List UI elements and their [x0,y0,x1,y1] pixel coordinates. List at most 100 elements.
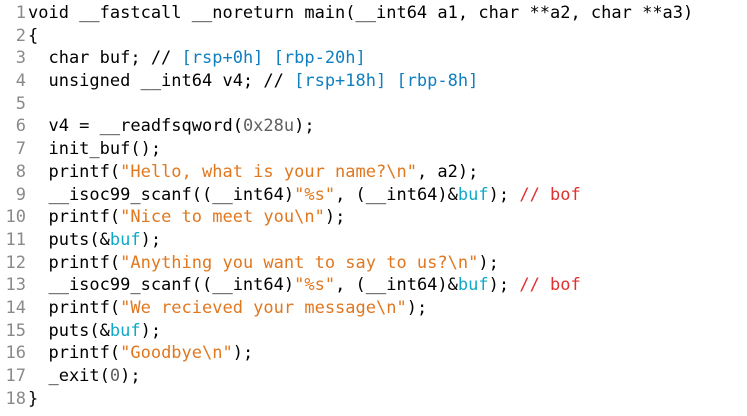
code-line[interactable]: 11 puts(&buf); [0,229,747,252]
code-token[interactable]: void __fastcall __noreturn main(__int64 … [28,3,693,23]
variable-token[interactable]: buf [110,321,141,341]
code-token[interactable]: ); [407,298,427,318]
code-line[interactable]: 4 unsigned __int64 v4; // [rsp+18h] [rbp… [0,70,747,93]
string-literal[interactable]: "Nice to meet you\n" [120,207,325,227]
code-text[interactable]: v4 = __readfsqword(0x28u); [26,115,314,138]
code-token[interactable]: ); [141,321,161,341]
code-token[interactable]: ); [294,116,314,136]
code-token[interactable]: puts(& [28,230,109,250]
code-token[interactable]: ); [489,185,520,205]
code-line[interactable]: 13 __isoc99_scanf((__int64)"%s", (__int6… [0,274,747,297]
code-text[interactable]: puts(&buf); [26,229,161,252]
line-number: 1 [15,3,26,23]
variable-token[interactable]: buf [458,185,489,205]
code-token[interactable]: v4 = __readfsqword( [28,116,242,136]
code-text[interactable]: _exit(0); [26,365,140,388]
code-text[interactable]: void __fastcall __noreturn main(__int64 … [26,2,693,25]
string-literal[interactable]: "Goodbye\n" [120,343,233,363]
code-line[interactable]: 6 v4 = __readfsqword(0x28u); [0,115,747,138]
comment-annotation[interactable]: [rsp+18h] [rbp-8h] [294,71,478,91]
code-line[interactable]: 3 char buf; // [rsp+0h] [rbp-20h] [0,47,747,70]
line-number: 12 [5,252,26,273]
code-line[interactable]: 10 printf("Nice to meet you\n"); [0,206,747,229]
code-text[interactable]: printf("Anything you want to say to us?\… [26,252,498,275]
code-token[interactable]: char buf; // [28,48,182,68]
line-number: 14 [5,297,26,318]
code-text[interactable]: unsigned __int64 v4; // [rsp+18h] [rbp-8… [26,70,478,93]
code-token[interactable]: puts(& [28,321,109,341]
code-token[interactable]: ); [325,207,345,227]
comment-bof[interactable]: // bof [519,185,580,205]
string-literal[interactable]: "We recieved your message\n" [120,298,407,318]
code-line[interactable]: 1 void __fastcall __noreturn main(__int64… [0,2,747,25]
code-line[interactable]: 8 printf("Hello, what is your name?\n", … [0,161,747,184]
code-token[interactable]: ); [489,275,520,295]
code-token[interactable]: ); [141,230,161,250]
string-literal[interactable]: "Hello, what is your name?\n" [120,162,417,182]
code-line[interactable]: 14 printf("We recieved your message\n"); [0,297,747,320]
code-token[interactable]: ); [478,253,498,273]
line-number: 17 [5,366,26,386]
code-text[interactable]: init_buf(); [26,138,161,161]
line-number: 4 [15,71,26,92]
line-number: 8 [15,161,26,182]
code-token[interactable]: unsigned __int64 v4; // [28,71,294,91]
code-text[interactable]: __isoc99_scanf((__int64)"%s", (__int64)&… [26,274,580,297]
code-line[interactable]: 16 printf("Goodbye\n"); [0,342,747,365]
code-token[interactable]: , a2); [417,162,478,182]
code-token[interactable]: __isoc99_scanf((__int64) [28,185,294,205]
code-token[interactable]: , (__int64)& [335,275,458,295]
code-token[interactable]: __isoc99_scanf((__int64) [28,275,294,295]
code-line[interactable]: 15 puts(&buf); [0,320,747,343]
code-text[interactable]: puts(&buf); [26,320,161,343]
code-text[interactable]: __isoc99_scanf((__int64)"%s", (__int64)&… [26,184,580,207]
code-token[interactable]: printf( [28,162,120,182]
string-literal[interactable]: "%s" [294,185,335,205]
code-line[interactable]: 17 _exit(0); [0,365,747,388]
line-number: 10 [5,207,26,228]
pseudocode-view[interactable]: 1 void __fastcall __noreturn main(__int64… [0,0,747,416]
line-number: 13 [5,275,26,296]
line-number: 9 [15,184,26,205]
code-token[interactable]: { [28,26,38,46]
code-line[interactable]: 5 [0,93,747,116]
code-line[interactable]: 12 printf("Anything you want to say to u… [0,252,747,275]
code-token[interactable]: ); [120,366,140,386]
code-text[interactable]: printf("Hello, what is your name?\n", a2… [26,161,478,184]
numeric-literal[interactable]: 0x28u [243,116,294,136]
code-text[interactable]: } [26,388,38,411]
code-text[interactable]: printf("Goodbye\n"); [26,342,253,365]
line-number: 2 [15,25,26,46]
line-number: 7 [15,139,26,160]
code-line[interactable]: 7 init_buf(); [0,138,747,161]
code-token[interactable]: ); [233,343,253,363]
code-token[interactable]: printf( [28,298,120,318]
code-text[interactable]: printf("We recieved your message\n"); [26,297,427,320]
code-text[interactable]: char buf; // [rsp+0h] [rbp-20h] [26,47,366,70]
line-number: 11 [5,229,26,250]
code-token[interactable]: printf( [28,207,120,227]
line-number: 6 [15,116,26,137]
numeric-literal[interactable]: 0 [110,366,120,386]
comment-bof[interactable]: // bof [519,275,580,295]
comment-annotation[interactable]: [rsp+0h] [rbp-20h] [182,48,366,68]
code-text[interactable] [26,93,28,116]
line-number: 16 [5,343,26,364]
variable-token[interactable]: buf [110,230,141,250]
code-text[interactable]: printf("Nice to meet you\n"); [26,206,345,229]
code-token[interactable]: , (__int64)& [335,185,458,205]
line-number: 18 [5,388,26,409]
code-text[interactable]: { [26,25,38,48]
string-literal[interactable]: "%s" [294,275,335,295]
code-line[interactable]: 18} [0,388,747,411]
code-token[interactable]: init_buf(); [28,139,161,159]
code-token[interactable]: printf( [28,253,120,273]
code-token[interactable]: _exit( [28,366,109,386]
line-number: 3 [15,48,26,69]
code-line[interactable]: 2{ [0,25,747,48]
code-token[interactable]: } [28,389,38,409]
code-token[interactable]: printf( [28,343,120,363]
variable-token[interactable]: buf [458,275,489,295]
string-literal[interactable]: "Anything you want to say to us?\n" [120,253,478,273]
code-line[interactable]: 9 __isoc99_scanf((__int64)"%s", (__int64… [0,184,747,207]
